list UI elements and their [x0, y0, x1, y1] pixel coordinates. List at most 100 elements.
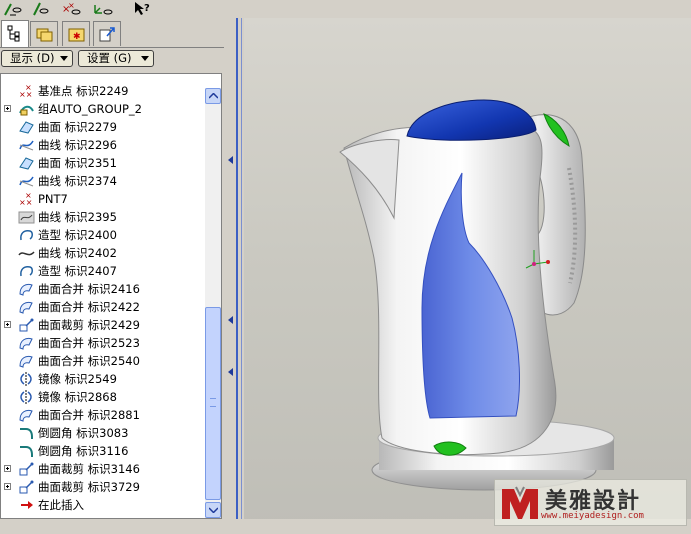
- model-tree: ×× × 基准点 标识2249 组AUTO_GROUP_2 曲面 标识2279 曲线 标识…: [0, 73, 222, 519]
- settings-menu-button[interactable]: 设置 (G): [78, 50, 154, 67]
- chevron-down-icon: [209, 507, 218, 513]
- mirror-icon: [18, 389, 35, 405]
- surface-icon: [18, 119, 35, 135]
- tree-item[interactable]: 曲面 标识2351: [1, 154, 206, 172]
- tree-item-label: 曲面 标识2351: [38, 156, 117, 170]
- tree-item[interactable]: 镜像 标识2868: [1, 388, 206, 406]
- datum-point-icon: ×× ×: [18, 83, 35, 99]
- tree-scrollbar[interactable]: [205, 88, 221, 518]
- tree-item[interactable]: 倒圆角 标识3116: [1, 442, 206, 460]
- expand-icon[interactable]: [4, 483, 11, 490]
- tree-item-label: 曲面裁剪 标识3146: [38, 462, 140, 476]
- trim-icon: [18, 479, 35, 495]
- svg-text:×: ×: [25, 83, 32, 92]
- display-menu-label: 显示 (D): [10, 51, 55, 65]
- svg-text:×: ×: [25, 191, 32, 200]
- curve-line-icon: [18, 245, 35, 261]
- surface-icon: [18, 155, 35, 171]
- tree-item-label: 曲面裁剪 标识3729: [38, 480, 140, 494]
- svg-text:✱: ✱: [73, 32, 81, 42]
- whats-this-help-icon[interactable]: ?: [133, 1, 155, 17]
- datum-display-icon[interactable]: [30, 1, 52, 17]
- chevron-down-icon: [60, 56, 68, 61]
- coord-display-icon[interactable]: [92, 1, 114, 17]
- tree-item[interactable]: 曲线 标识2395: [1, 208, 206, 226]
- tree-item[interactable]: 曲面合并 标识2422: [1, 298, 206, 316]
- scroll-up-button[interactable]: [205, 88, 221, 104]
- favorites-tab[interactable]: ✱: [62, 21, 90, 46]
- tree-item[interactable]: 曲线 标识2374: [1, 172, 206, 190]
- svg-text:?: ?: [144, 3, 150, 14]
- tree-item[interactable]: 曲线 标识2296: [1, 136, 206, 154]
- tree-item[interactable]: 在此插入: [1, 496, 206, 514]
- scroll-thumb[interactable]: [205, 307, 221, 500]
- sketched-curve-icon: [18, 209, 35, 225]
- merge-icon: [18, 335, 35, 351]
- tree-item[interactable]: 曲面裁剪 标识3146: [1, 460, 206, 478]
- top-toolbar: × × ?: [0, 0, 234, 18]
- tree-item-label: PNT7: [38, 192, 68, 206]
- tree-item-label: 镜像 标识2868: [38, 390, 117, 404]
- collapse-arrow-icon[interactable]: [228, 316, 233, 324]
- scroll-down-button[interactable]: [205, 502, 221, 518]
- connections-icon: [99, 27, 115, 42]
- kettle-model[interactable]: [244, 18, 691, 528]
- tree-item[interactable]: 组AUTO_GROUP_2: [1, 100, 206, 118]
- trim-icon: [18, 461, 35, 477]
- tree-item-label: 镜像 标识2549: [38, 372, 117, 386]
- tree-item-label: 曲线 标识2402: [38, 246, 117, 260]
- collapse-arrow-icon[interactable]: [228, 156, 233, 164]
- round-icon: [18, 443, 35, 459]
- point-display-icon[interactable]: × ×: [60, 1, 82, 17]
- display-menu-button[interactable]: 显示 (D): [1, 50, 73, 67]
- collapse-arrow-icon[interactable]: [228, 368, 233, 376]
- svg-text:×: ×: [68, 1, 75, 10]
- merge-icon: [18, 407, 35, 423]
- graphics-window[interactable]: [244, 18, 691, 528]
- chevron-down-icon: [141, 56, 149, 61]
- style-icon: [18, 263, 35, 279]
- tree-item[interactable]: 曲面合并 标识2881: [1, 406, 206, 424]
- tree-item[interactable]: 曲面 标识2279: [1, 118, 206, 136]
- tree-item-label: 倒圆角 标识3083: [38, 426, 129, 440]
- tree-item-label: 曲面合并 标识2881: [38, 408, 140, 422]
- show-icon[interactable]: [2, 1, 24, 17]
- tree-item[interactable]: ×× × 基准点 标识2249: [1, 82, 206, 100]
- tree-item[interactable]: 造型 标识2400: [1, 226, 206, 244]
- settings-menu-label: 设置 (G): [87, 51, 132, 65]
- tree-item-label: 曲线 标识2296: [38, 138, 117, 152]
- tree-item-label: 曲线 标识2374: [38, 174, 117, 188]
- tree-item[interactable]: ×× × PNT7: [1, 190, 206, 208]
- folder-icon: [36, 28, 53, 42]
- tree-item[interactable]: 曲面裁剪 标识2429: [1, 316, 206, 334]
- tree-item[interactable]: 曲面合并 标识2540: [1, 352, 206, 370]
- tree-item-label: 曲面合并 标识2416: [38, 282, 140, 296]
- model-tree-tab[interactable]: [1, 20, 29, 47]
- tree-item-label: 曲面合并 标识2523: [38, 336, 140, 350]
- curve-icon: [18, 173, 35, 189]
- tree-item[interactable]: 倒圆角 标识3083: [1, 424, 206, 442]
- tree-item-label: 倒圆角 标识3116: [38, 444, 129, 458]
- expand-icon[interactable]: [4, 321, 11, 328]
- watermark-url: www.meiyadesign.com: [541, 511, 644, 521]
- expand-icon[interactable]: [4, 105, 11, 112]
- tree-item[interactable]: 镜像 标识2549: [1, 370, 206, 388]
- tree-item-label: 曲面裁剪 标识2429: [38, 318, 140, 332]
- tree-item[interactable]: 曲面合并 标识2523: [1, 334, 206, 352]
- insert-here-icon: [18, 497, 35, 513]
- mirror-icon: [18, 371, 35, 387]
- tree-item[interactable]: 曲面裁剪 标识3729: [1, 478, 206, 496]
- folder-browser-tab[interactable]: [30, 21, 58, 46]
- tree-item[interactable]: 曲线 标识2402: [1, 244, 206, 262]
- favorites-icon: ✱: [68, 28, 85, 42]
- tree-item[interactable]: 造型 标识2407: [1, 262, 206, 280]
- navigator-tabs: ✱: [0, 18, 234, 48]
- merge-icon: [18, 281, 35, 297]
- connections-tab[interactable]: [93, 21, 121, 46]
- tree-item-label: 造型 标识2400: [38, 228, 117, 242]
- expand-icon[interactable]: [4, 465, 11, 472]
- round-icon: [18, 425, 35, 441]
- meiya-logo-icon: [502, 486, 538, 519]
- tree-item[interactable]: 曲面合并 标识2416: [1, 280, 206, 298]
- group-icon: [18, 101, 35, 117]
